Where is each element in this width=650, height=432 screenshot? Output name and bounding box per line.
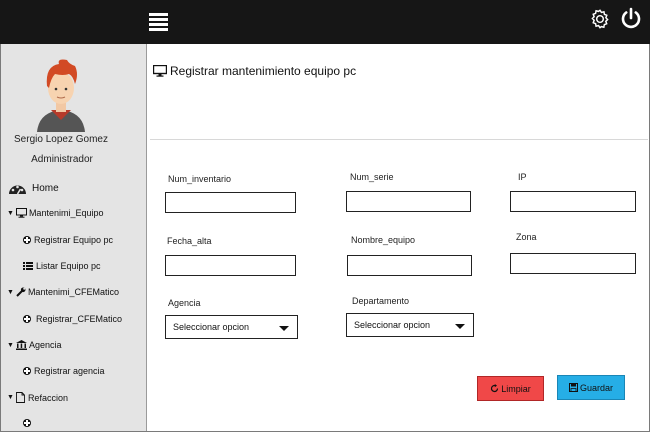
gear-icon[interactable] bbox=[589, 8, 611, 30]
plus-circle-icon bbox=[23, 367, 31, 375]
user-avatar bbox=[37, 59, 85, 132]
agencia-select[interactable]: Seleccionar opcion bbox=[165, 315, 298, 339]
nombre-equipo-input[interactable] bbox=[347, 255, 472, 276]
agencia-select-value: Seleccionar opcion bbox=[173, 322, 250, 332]
zona-label: Zona bbox=[516, 232, 537, 242]
power-icon[interactable] bbox=[621, 7, 641, 29]
sidebar-item-label: Registrar agencia bbox=[34, 366, 105, 376]
plus-circle-icon bbox=[23, 236, 31, 244]
desktop-icon bbox=[153, 65, 167, 77]
num-serie-input[interactable] bbox=[346, 191, 471, 212]
form-panel: Num_inventario Num_serie IP Fecha_alta N… bbox=[150, 139, 648, 431]
hamburger-icon[interactable] bbox=[149, 13, 168, 31]
caret-down-icon: ▼ bbox=[7, 288, 14, 296]
page-title: Registrar mantenimiento equipo pc bbox=[153, 64, 356, 78]
user-name: Sergio Lopez Gomez bbox=[14, 134, 108, 145]
page-title-text: Registrar mantenimiento equipo pc bbox=[170, 64, 357, 78]
bank-icon bbox=[15, 340, 27, 350]
file-icon bbox=[15, 392, 25, 403]
sidebar-item-registrar-equipo[interactable]: Registrar Equipo pc bbox=[23, 235, 113, 245]
sidebar-item-registrar-cfe[interactable]: Registrar_CFEMatico bbox=[23, 314, 122, 324]
ip-input[interactable] bbox=[510, 191, 636, 212]
top-bar bbox=[0, 0, 650, 44]
sidebar-item-label: Refaccion bbox=[27, 392, 68, 403]
sidebar-item-label: Listar Equipo pc bbox=[36, 261, 101, 271]
caret-down-icon: ▼ bbox=[7, 394, 14, 401]
nombre-equipo-label: Nombre_equipo bbox=[351, 235, 416, 245]
caret-down-icon: ▼ bbox=[7, 341, 14, 349]
num-inventario-label: Num_inventario bbox=[168, 174, 232, 184]
guardar-button-label: Guardar bbox=[579, 382, 614, 393]
dropdown-arrow-icon bbox=[279, 326, 289, 331]
user-role: Administrador bbox=[31, 154, 93, 165]
sidebar-item-refaccion-sub[interactable] bbox=[23, 419, 34, 427]
plus-circle-icon bbox=[23, 419, 31, 427]
sidebar-item-refaccion[interactable]: ▼ Refaccion bbox=[7, 392, 68, 403]
refresh-icon bbox=[491, 384, 499, 393]
guardar-button[interactable]: Guardar bbox=[557, 375, 625, 400]
desktop-icon bbox=[15, 208, 27, 218]
save-icon bbox=[568, 383, 578, 392]
sidebar-item-label: Agencia bbox=[28, 340, 62, 350]
sidebar-item-mantenimiento-equipo[interactable]: ▼ Mantenimi_Equipo bbox=[7, 208, 103, 218]
sidebar-item-label: Registrar_CFEMatico bbox=[36, 314, 123, 324]
zona-input[interactable] bbox=[510, 253, 636, 274]
sidebar-item-agencia[interactable]: ▼ Agencia bbox=[7, 340, 61, 350]
sidebar-item-registrar-agencia[interactable]: Registrar agencia bbox=[23, 366, 105, 376]
plus-circle-icon bbox=[23, 315, 31, 323]
wrench-icon bbox=[16, 287, 26, 297]
main-content: Registrar mantenimiento equipo pc Num_in… bbox=[148, 44, 649, 431]
departamento-select-value: Seleccionar opcion bbox=[354, 320, 431, 330]
sidebar-item-mantenimiento-cfe[interactable]: ▼ Mantenimi_CFEMatico bbox=[7, 287, 119, 297]
num-inventario-input[interactable] bbox=[165, 192, 296, 213]
caret-down-icon: ▼ bbox=[7, 209, 14, 217]
ip-label: IP bbox=[518, 172, 527, 182]
sidebar-item-label: Mantenimi_CFEMatico bbox=[27, 287, 119, 297]
fecha-alta-label: Fecha_alta bbox=[167, 236, 212, 246]
num-serie-label: Num_serie bbox=[350, 172, 394, 182]
sidebar: Sergio Lopez Gomez Administrador Home ▼ … bbox=[1, 44, 147, 431]
dropdown-arrow-icon bbox=[455, 324, 465, 329]
departamento-label: Departamento bbox=[352, 296, 410, 306]
sidebar-item-label: Home bbox=[32, 183, 59, 194]
sidebar-item-label: Mantenimi_Equipo bbox=[28, 208, 104, 218]
limpiar-button[interactable]: Limpiar bbox=[477, 376, 544, 401]
sidebar-item-home[interactable]: Home bbox=[8, 180, 59, 197]
dashboard-icon bbox=[9, 185, 26, 195]
limpiar-button-label: Limpiar bbox=[501, 383, 531, 394]
agencia-label: Agencia bbox=[168, 298, 201, 308]
fecha-alta-input[interactable] bbox=[165, 255, 296, 276]
list-icon bbox=[23, 262, 33, 270]
sidebar-item-label: Registrar Equipo pc bbox=[34, 235, 114, 245]
sidebar-item-listar-equipo[interactable]: Listar Equipo pc bbox=[23, 261, 101, 271]
departamento-select[interactable]: Seleccionar opcion bbox=[346, 313, 474, 337]
